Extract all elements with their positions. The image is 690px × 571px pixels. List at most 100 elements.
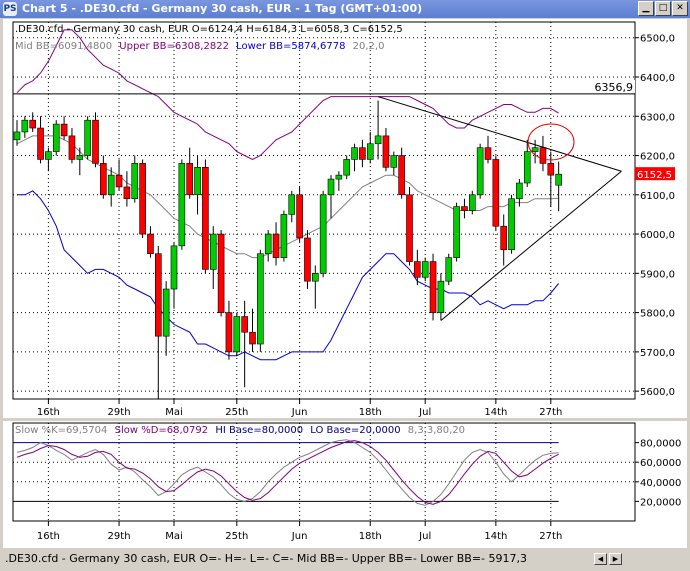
candle-body bbox=[351, 147, 358, 160]
scroll-right-icon: ▶ bbox=[612, 555, 619, 563]
hi-base-label: HI Base=80,0000 bbox=[215, 425, 303, 436]
candle[interactable] bbox=[492, 155, 500, 231]
candle-body bbox=[523, 151, 531, 184]
candle-body bbox=[461, 206, 468, 211]
candle[interactable] bbox=[398, 147, 405, 199]
slowk-label: Slow %K=69,5704 bbox=[15, 425, 107, 436]
title-bar[interactable]: PS Chart 5 - .DE30.cfd - Germany 30 cash… bbox=[0, 0, 690, 18]
lo-base-label: LO Base=20,0000 bbox=[310, 425, 400, 436]
candle-body bbox=[264, 233, 272, 254]
maximize-button[interactable]: □ bbox=[655, 1, 671, 16]
candle[interactable] bbox=[280, 210, 288, 262]
candle-body bbox=[366, 143, 374, 160]
candle-body bbox=[170, 245, 178, 290]
osc-date-label: Jul bbox=[418, 531, 431, 542]
minimize-button[interactable]: ▁ bbox=[638, 1, 654, 16]
last-price-label: 6152,5 bbox=[637, 170, 672, 181]
osc-date-label: 25th bbox=[225, 531, 248, 542]
candle-body bbox=[76, 155, 84, 160]
candle[interactable] bbox=[233, 312, 241, 356]
candle[interactable] bbox=[257, 249, 264, 352]
panel-separator[interactable] bbox=[3, 418, 687, 421]
candle-body bbox=[139, 163, 146, 235]
candle[interactable] bbox=[92, 112, 99, 168]
scroll-right-button[interactable]: ▶ bbox=[609, 553, 622, 565]
mid-bb-label: Mid BB=6091,4800 bbox=[15, 41, 112, 52]
candle[interactable] bbox=[445, 253, 453, 286]
price-axis-label: 6300,0 bbox=[640, 112, 675, 123]
candle-body bbox=[52, 123, 60, 152]
candle[interactable] bbox=[429, 253, 437, 321]
candle-body bbox=[374, 135, 382, 145]
candle[interactable] bbox=[202, 159, 209, 274]
candle-body bbox=[437, 280, 445, 313]
price-axis-label: 5800,0 bbox=[640, 309, 675, 320]
date-label: 25th bbox=[225, 407, 248, 418]
window-title: Chart 5 - .DE30.cfd - Germany 30 cash, E… bbox=[22, 2, 423, 15]
price-axis-label: 6200,0 bbox=[640, 152, 675, 163]
candle-body bbox=[272, 233, 280, 258]
candle-body bbox=[304, 237, 311, 282]
candle-body bbox=[382, 135, 390, 168]
price-axis-label: 6400,0 bbox=[640, 73, 675, 84]
status-text: .DE30.cfd - Germany 30 cash, EUR O=- H=-… bbox=[5, 552, 528, 565]
candle-body bbox=[516, 182, 523, 200]
candle-body bbox=[531, 147, 539, 152]
candle[interactable] bbox=[319, 190, 327, 278]
osc-date-label: 18th bbox=[359, 531, 382, 542]
osc-date-label: 16th bbox=[37, 531, 60, 542]
price-axis-label: 5700,0 bbox=[640, 348, 675, 359]
candle[interactable] bbox=[476, 143, 484, 199]
indicator-info-line: Mid BB=6091,4800 Upper BB=6308,2822 Lowe… bbox=[15, 41, 384, 52]
candle-body bbox=[209, 233, 217, 270]
candle-body bbox=[484, 147, 492, 160]
candle[interactable] bbox=[296, 186, 303, 242]
osc-date-label: 27th bbox=[539, 531, 562, 542]
candle-body bbox=[319, 194, 327, 274]
oscillator-info-line: Slow %K=69,5704 Slow %D=68,0792 HI Base=… bbox=[15, 425, 465, 436]
candle-body bbox=[178, 163, 186, 247]
candle-body bbox=[547, 163, 555, 176]
candle[interactable] bbox=[453, 202, 460, 262]
candle-body bbox=[406, 194, 413, 262]
candle-body bbox=[68, 135, 76, 160]
candle-body bbox=[492, 159, 500, 227]
osc-axis-label: 20,0000 bbox=[640, 497, 681, 508]
candle-body bbox=[539, 147, 547, 164]
candle-body bbox=[21, 119, 29, 133]
close-icon: ✕ bbox=[676, 3, 684, 13]
candle-body bbox=[500, 225, 508, 251]
candle[interactable] bbox=[52, 120, 60, 156]
main-info-line: .DE30.cfd - Germany 30 cash, EUR O=6124,… bbox=[15, 24, 403, 35]
date-label: 29th bbox=[108, 407, 131, 418]
lower-bb-label: Lower BB=5874,6778 bbox=[236, 41, 345, 52]
candle-body bbox=[37, 127, 44, 160]
candle[interactable] bbox=[508, 194, 515, 254]
osc-axis-label: 40,0000 bbox=[640, 478, 681, 489]
candle-body bbox=[115, 174, 123, 188]
osc-date-label: 29th bbox=[108, 531, 131, 542]
candle-body bbox=[202, 167, 209, 270]
chart-svg[interactable]: 6356,9 .DE30.cfd - Germany 30 cash, EUR … bbox=[3, 19, 687, 548]
chart-area[interactable]: 6356,9 .DE30.cfd - Germany 30 cash, EUR … bbox=[3, 19, 687, 548]
candle[interactable] bbox=[304, 230, 311, 290]
price-axis-label: 6100,0 bbox=[640, 191, 675, 202]
candle-body bbox=[225, 312, 233, 353]
candle-body bbox=[100, 163, 107, 196]
candle[interactable] bbox=[406, 186, 413, 266]
candle[interactable] bbox=[217, 230, 225, 317]
candle-body bbox=[233, 316, 241, 353]
candle-body bbox=[296, 194, 303, 239]
date-label: Jun bbox=[291, 407, 308, 418]
candle-body bbox=[45, 151, 52, 160]
candle[interactable] bbox=[178, 159, 186, 250]
candle[interactable] bbox=[84, 116, 91, 160]
osc-axis-label: 60,0000 bbox=[640, 458, 681, 469]
candle-body bbox=[327, 178, 335, 196]
maximize-icon: □ bbox=[658, 3, 668, 13]
candle-body bbox=[249, 331, 256, 345]
scroll-left-button[interactable]: ◀ bbox=[594, 553, 607, 565]
candle-body bbox=[29, 119, 37, 129]
close-button[interactable]: ✕ bbox=[672, 1, 688, 16]
candle[interactable] bbox=[139, 159, 146, 238]
